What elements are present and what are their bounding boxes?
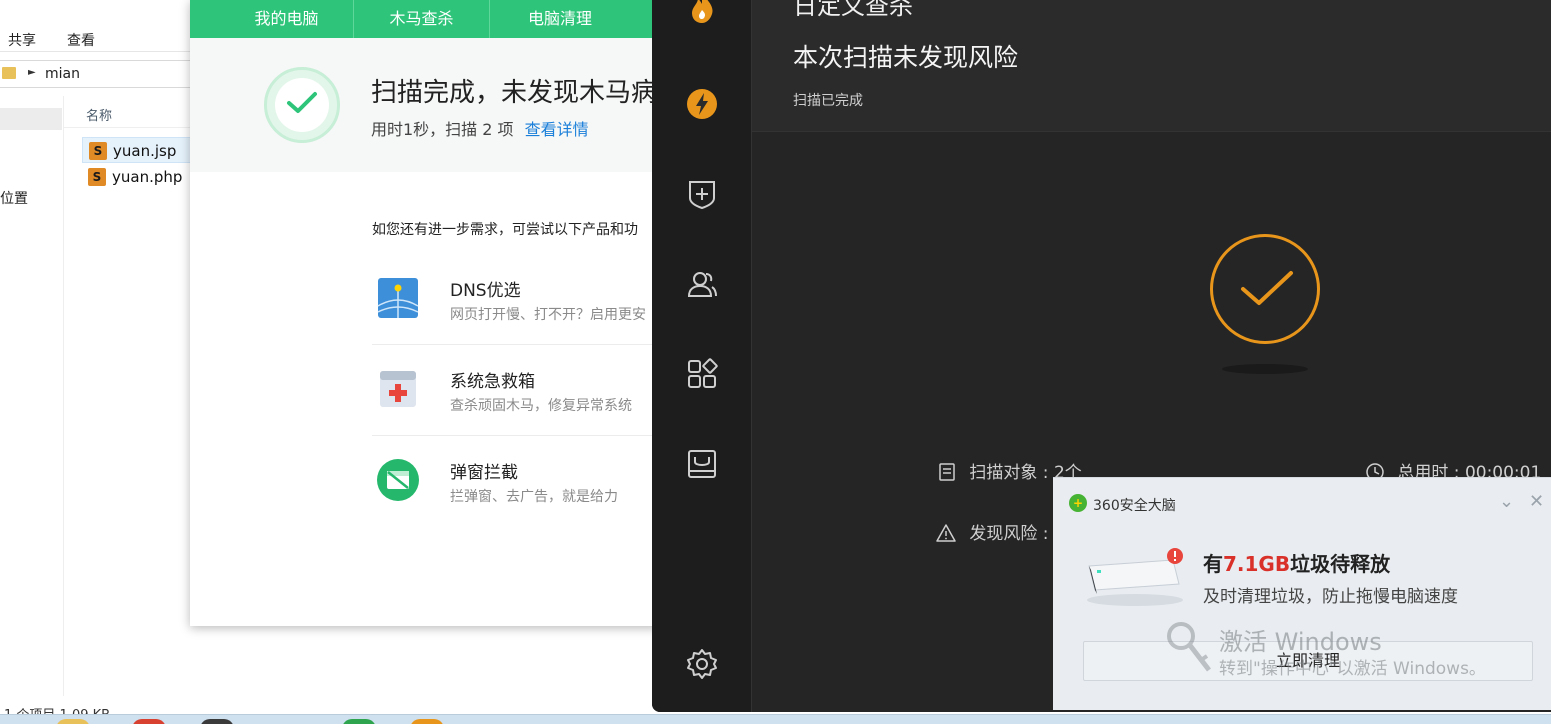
product-name: 弹窗拦截	[450, 463, 518, 483]
popup-description: 及时清理垃圾，防止拖慢电脑速度	[1203, 587, 1458, 607]
product-item-first-aid[interactable]: 系统急救箱 查杀顽固木马，修复异常系统	[372, 367, 662, 457]
product-item-dns[interactable]: DNS优选 网页打开慢、打不开？启用更安	[372, 276, 662, 366]
product-desc: 拦弹窗、去广告，就是给力	[450, 489, 618, 505]
scan-header: 日定义查杀 本次扫描未发现风险 扫描已完成	[752, 0, 1551, 132]
file-name: yuan.jsp	[113, 142, 177, 160]
product-name: DNS优选	[450, 281, 521, 301]
first-aid-kit-icon	[380, 371, 416, 407]
notification-popup: + 360安全大脑 ⌄ ✕ 有7.1GB垃圾待释放 及时清理垃圾，防止拖慢电脑速…	[1053, 477, 1551, 710]
divider	[372, 435, 662, 436]
ribbon-tab-share[interactable]: 共享	[8, 30, 36, 50]
headline-prefix: 有	[1203, 552, 1223, 576]
product-item-popup-block[interactable]: 弹窗拦截 拦弹窗、去广告，就是给力	[372, 458, 662, 548]
globe-tower-icon	[377, 278, 419, 318]
popup-headline: 有7.1GB垃圾待释放	[1203, 548, 1390, 577]
sidebar	[652, 0, 752, 712]
divider	[372, 344, 662, 345]
taskbar-scanner-icon[interactable]	[410, 719, 444, 724]
big-check-icon	[1210, 234, 1320, 344]
top-nav-bar: 我的电脑 木马查杀 电脑清理	[190, 0, 660, 38]
taskbar-explorer-icon[interactable]	[56, 719, 90, 724]
product-desc: 查杀顽固木马，修复异常系统	[450, 398, 632, 414]
tab-trojan-scan[interactable]: 木马查杀	[354, 0, 490, 38]
taskbar-browser-icon[interactable]	[132, 719, 166, 724]
tab-pc-cleanup[interactable]: 电脑清理	[490, 0, 630, 38]
risks-found-text: 发现风险 :	[969, 524, 1049, 544]
warning-icon	[936, 524, 956, 542]
activation-watermark-title: 激活 Windows	[1219, 628, 1382, 656]
navigation-pane: 位置	[0, 96, 64, 696]
shield-plus-icon[interactable]	[686, 178, 718, 210]
taskbar	[0, 714, 1551, 724]
lightning-icon[interactable]	[686, 88, 718, 120]
scan-status: 扫描已完成	[793, 93, 863, 109]
document-icon	[939, 463, 955, 481]
popup-block-icon	[377, 459, 419, 501]
column-name-label: 名称	[86, 109, 113, 124]
scan-result-title: 本次扫描未发现风险	[793, 43, 1019, 72]
popup-brand: 360安全大脑	[1093, 498, 1176, 514]
check-shadow	[1222, 364, 1308, 374]
360-logo-icon: +	[1069, 494, 1087, 512]
product-name: 系统急救箱	[450, 372, 535, 392]
folder-icon	[2, 67, 16, 79]
window-title: 日定义查杀	[793, 0, 913, 20]
taskbar-360-icon[interactable]	[342, 719, 376, 724]
suggestion-text: 如您还有进一步需求，可尝试以下产品和功	[372, 222, 638, 238]
sublime-file-icon: S	[89, 142, 107, 160]
view-details-link[interactable]: 查看详情	[525, 120, 589, 139]
key-icon	[1167, 622, 1211, 672]
ribbon-tab-view[interactable]: 查看	[67, 30, 95, 50]
sublime-file-icon: S	[88, 168, 106, 186]
close-icon[interactable]: ✕	[1529, 491, 1544, 512]
tab-my-computer[interactable]: 我的电脑	[220, 0, 354, 38]
risks-found-stat: 发现风险 :	[936, 519, 1049, 544]
taskbar-terminal-icon[interactable]	[200, 719, 234, 724]
scan-result-subtitle: 用时1秒，扫描 2 项 查看详情	[371, 116, 589, 140]
success-check-icon	[264, 67, 340, 143]
apps-icon[interactable]	[686, 358, 718, 390]
junk-amount: 7.1GB	[1223, 552, 1291, 576]
inbox-icon[interactable]	[686, 448, 718, 480]
product-desc: 网页打开慢、打不开？启用更安	[450, 307, 646, 323]
scan-stats: 用时1秒，扫描 2 项	[371, 120, 514, 139]
nav-item-location[interactable]: 位置	[0, 188, 28, 208]
gear-icon[interactable]	[686, 648, 718, 680]
users-icon[interactable]	[686, 268, 718, 300]
breadcrumb-folder[interactable]: mian	[45, 66, 80, 82]
scan-result-title: 扫描完成，未发现木马病	[371, 78, 658, 108]
file-name: yuan.php	[112, 168, 183, 186]
storage-device-icon	[1087, 548, 1183, 606]
headline-suffix: 垃圾待释放	[1290, 552, 1391, 576]
chevron-down-icon[interactable]: ⌄	[1499, 491, 1514, 512]
scan-result-band: 扫描完成，未发现木马病 用时1秒，扫描 2 项 查看详情	[190, 38, 660, 172]
nav-selected-item[interactable]	[0, 108, 62, 130]
activation-watermark-sub: 转到"操作中心"以激活 Windows。	[1219, 659, 1486, 679]
flame-logo-icon[interactable]	[686, 0, 718, 24]
trojan-scan-window: 我的电脑 木马查杀 电脑清理 扫描完成，未发现木马病 用时1秒，扫描 2 项 查…	[190, 0, 662, 626]
chevron-right-icon[interactable]: ►	[28, 67, 36, 78]
